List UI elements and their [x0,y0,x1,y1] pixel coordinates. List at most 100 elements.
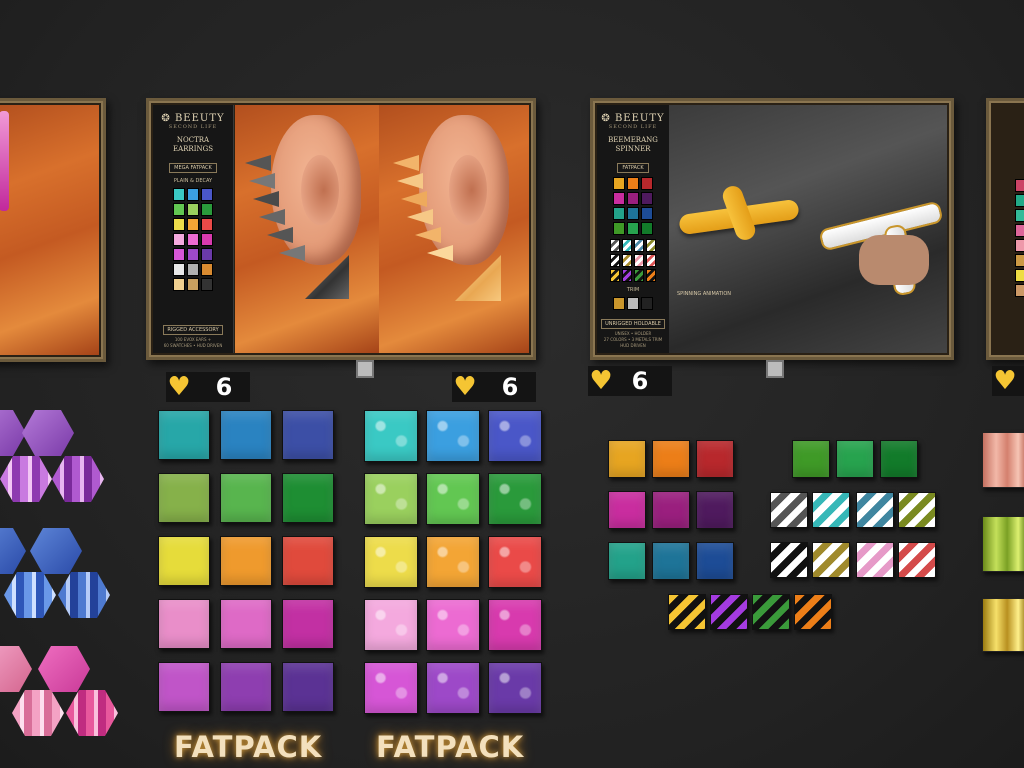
hex-swatch[interactable] [38,646,90,692]
logo-text: BEEUTY [174,113,225,124]
plain-color-swatch[interactable] [220,662,272,712]
stripe-swatch[interactable] [812,542,850,578]
price-tag-2[interactable]: ♥ 6 [452,372,536,402]
decay-color-swatch[interactable] [426,410,480,462]
hex-swatch[interactable] [30,528,82,574]
price-tag-3[interactable]: ♥ 6 [588,366,672,396]
metal-swatch-gold[interactable] [982,598,1024,652]
mini-swatch-grid-right [1015,179,1024,297]
plain-color-swatch[interactable] [158,662,210,712]
plain-color-swatch[interactable] [220,599,272,649]
hex-swatch[interactable] [58,572,110,618]
board-socket-2 [766,360,784,378]
plain-color-swatch[interactable] [158,536,210,586]
board-beemerang-spinner: ❂ BEEUTY SECOND LIFE BEEMERANG SPINNER FAT… [590,98,954,360]
hex-swatch[interactable] [22,410,74,456]
stripe-swatch[interactable] [770,492,808,528]
footer-line2: 60 SWATCHES • HUD DRIVEN [163,343,223,348]
price-tag-1[interactable]: ♥ 6 [166,372,250,402]
spinner-color-swatch[interactable] [608,440,646,478]
heart-icon: ♥ [167,372,191,402]
plain-color-swatch[interactable] [158,473,210,523]
decay-color-swatch[interactable] [426,599,480,651]
stripe-swatch[interactable] [668,594,706,630]
hex-swatch[interactable] [66,690,118,736]
price-tag-4[interactable]: ♥ [992,366,1024,396]
decay-color-swatch[interactable] [364,410,418,462]
plain-color-swatch[interactable] [282,599,334,649]
spinner-green-swatch[interactable] [836,440,874,478]
spinner-color-swatch[interactable] [696,542,734,580]
price-value: 6 [215,373,233,401]
heart-icon: ♥ [993,366,1017,396]
plain-color-swatch[interactable] [220,536,272,586]
hex-swatch[interactable] [4,572,56,618]
heart-icon: ♥ [453,372,477,402]
hex-swatch[interactable] [0,456,52,502]
title2-line2: SPINNER [615,145,651,153]
decay-color-swatch[interactable] [364,599,418,651]
plain-color-swatch[interactable] [220,410,272,460]
spinner-color-swatch[interactable] [608,542,646,580]
title-line1: NOCTRA [176,136,210,144]
stripe-swatch[interactable] [812,492,850,528]
decay-color-swatch[interactable] [488,662,542,714]
plain-color-swatch[interactable] [158,599,210,649]
board-sidebar: ❂ BEEUTY SECOND LIFE NOCTRA EARRINGS MEGA … [153,105,234,353]
stripe-swatch[interactable] [794,594,832,630]
spinner-color-swatch[interactable] [696,491,734,529]
variant-label: PLAIN & DECAY [173,178,213,184]
plain-color-swatch[interactable] [282,536,334,586]
spinner-photo: SPINNING ANIMATION [669,105,947,353]
plain-color-swatch[interactable] [220,473,272,523]
board-right-partial [986,98,1024,360]
metal-swatch-green[interactable] [982,516,1024,572]
stripe-swatch[interactable] [898,492,936,528]
metal-swatch-rose[interactable] [982,432,1024,488]
brand-logo: ❂ BEEUTY SECOND LIFE [153,113,233,130]
logo-icon-2: ❂ [601,113,611,124]
stripe-swatch[interactable] [752,594,790,630]
fatpack-label-1: FATPACK [174,730,323,764]
trim-swatches [597,297,669,310]
animation-label: SPINNING ANIMATION [677,291,732,297]
hex-swatch[interactable] [12,690,64,736]
decay-color-swatch[interactable] [426,473,480,525]
plain-color-swatch[interactable] [282,662,334,712]
product-title-2: BEEMERANG SPINNER [597,136,669,154]
fatpack-label-2: FATPACK [376,730,525,764]
logo-sub-2: SECOND LIFE [608,124,658,130]
spinner-color-swatch[interactable] [608,491,646,529]
decay-color-swatch[interactable] [426,536,480,588]
stripe-swatch[interactable] [856,492,894,528]
decay-color-swatch[interactable] [426,662,480,714]
decay-color-swatch[interactable] [488,599,542,651]
logo-text-2: BEEUTY [614,113,665,124]
decay-color-swatch[interactable] [488,536,542,588]
decay-color-swatch[interactable] [364,473,418,525]
spinner-color-swatch[interactable] [652,491,690,529]
spinner-color-swatch[interactable] [696,440,734,478]
hex-swatch[interactable] [0,528,26,574]
hand-image [859,235,929,285]
stripe-swatch[interactable] [710,594,748,630]
plain-color-swatch[interactable] [158,410,210,460]
plain-color-swatch[interactable] [282,410,334,460]
decay-color-swatch[interactable] [364,662,418,714]
pack-tag: MEGA FATPACK [169,163,217,173]
decay-color-swatch[interactable] [364,536,418,588]
price-value: 6 [631,367,649,395]
hex-swatch[interactable] [52,456,104,502]
spinner-green-swatch[interactable] [792,440,830,478]
spinner-color-swatch[interactable] [652,440,690,478]
stripe-swatch[interactable] [856,542,894,578]
spinner-green-swatch[interactable] [880,440,918,478]
stripe-swatch[interactable] [898,542,936,578]
title-line2: EARRINGS [173,145,213,153]
stripe-swatch[interactable] [770,542,808,578]
spinner-color-swatch[interactable] [652,542,690,580]
decay-color-swatch[interactable] [488,473,542,525]
hex-swatch[interactable] [0,646,32,692]
plain-color-swatch[interactable] [282,473,334,523]
decay-color-swatch[interactable] [488,410,542,462]
